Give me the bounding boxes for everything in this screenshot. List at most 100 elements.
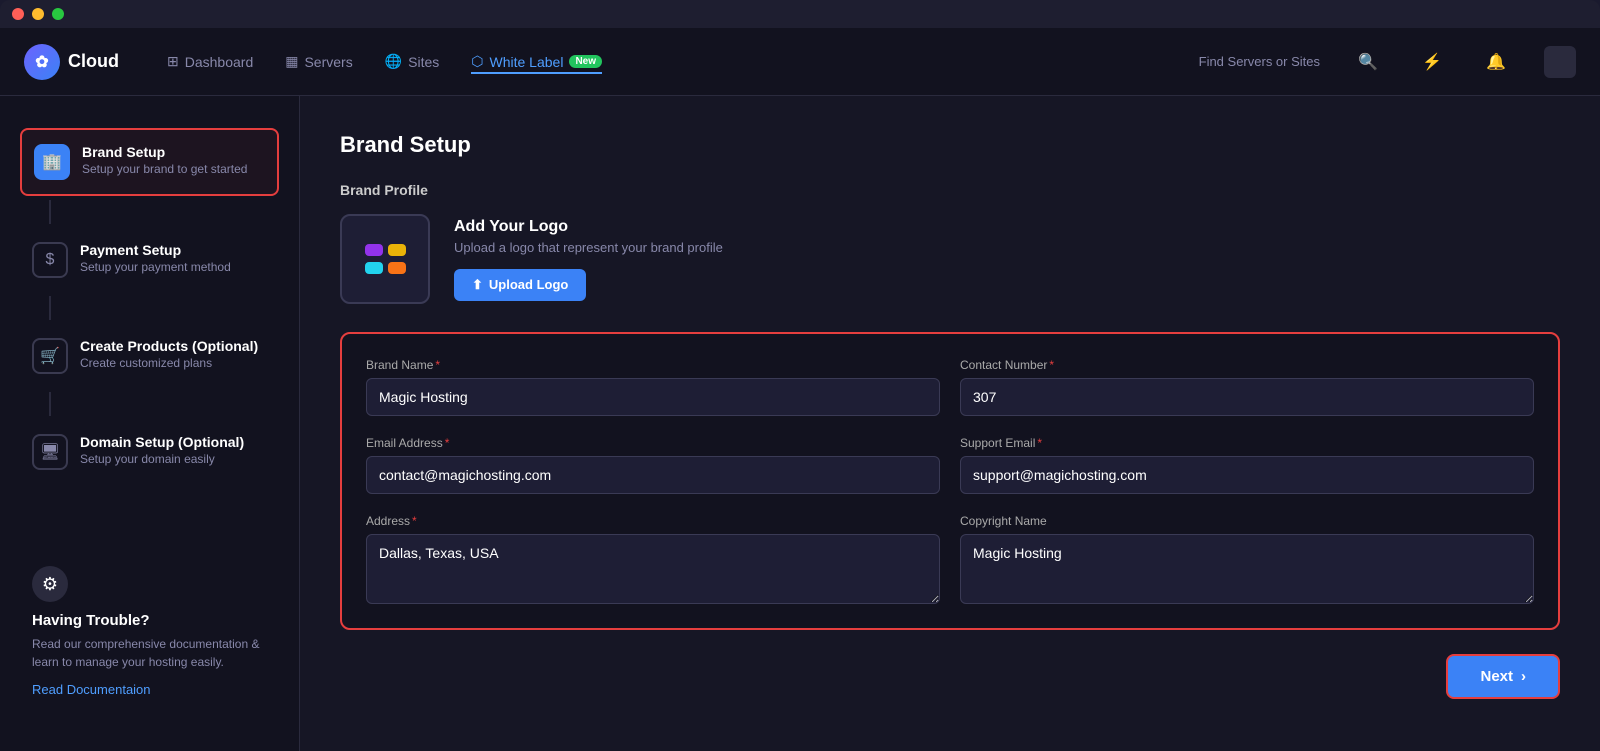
next-btn-label: Next	[1480, 668, 1513, 685]
search-button[interactable]: 🔍	[1352, 46, 1384, 78]
upload-icon: ⬆	[472, 277, 483, 293]
brand-name-label: Brand Name*	[366, 358, 940, 372]
sidebar: 🏢 Brand Setup Setup your brand to get st…	[0, 96, 300, 751]
notifications-button[interactable]: 🔔	[1480, 46, 1512, 78]
sites-icon: 🌐	[385, 53, 402, 70]
copyright-name-label: Copyright Name	[960, 514, 1534, 528]
upload-btn-label: Upload Logo	[489, 277, 568, 292]
sidebar-step-create-products[interactable]: 🛒 Create Products (Optional) Create cust…	[20, 324, 279, 388]
nav-item-whitelabel[interactable]: ⬡ White Label New	[471, 49, 602, 74]
trouble-title: Having Trouble?	[32, 612, 267, 629]
contact-number-label: Contact Number*	[960, 358, 1534, 372]
brand-profile-row: Add Your Logo Upload a logo that represe…	[340, 214, 1560, 304]
add-logo-desc: Upload a logo that represent your brand …	[454, 240, 1560, 255]
logo-text: Cloud	[68, 51, 119, 72]
brand-name-group: Brand Name*	[366, 358, 940, 416]
brand-setup-title: Brand Setup	[82, 144, 265, 160]
logo-placeholder-inner	[365, 244, 406, 274]
read-documentation-link[interactable]: Read Documentaion	[32, 682, 151, 697]
create-products-title: Create Products (Optional)	[80, 338, 267, 354]
next-arrow-icon: ›	[1521, 668, 1526, 685]
content-footer: Next ›	[340, 654, 1560, 699]
address-label: Address*	[366, 514, 940, 528]
contact-number-input[interactable]	[960, 378, 1534, 416]
step-connector-1	[49, 200, 51, 224]
email-address-input[interactable]	[366, 456, 940, 494]
brand-name-input[interactable]	[366, 378, 940, 416]
logo-dot-purple	[365, 244, 383, 256]
brand-setup-icon: 🏢	[34, 144, 70, 180]
email-required: *	[445, 436, 450, 450]
dashboard-icon: ⊞	[167, 53, 179, 70]
payment-setup-icon: $	[32, 242, 68, 278]
support-email-label: Support Email*	[960, 436, 1534, 450]
domain-setup-icon: 🖥	[32, 434, 68, 470]
nav-label-whitelabel: White Label	[490, 54, 564, 70]
page-title: Brand Setup	[340, 132, 1560, 158]
copyright-name-group: Copyright Name Magic Hosting	[960, 514, 1534, 604]
search-placeholder-text: Find Servers or Sites	[1199, 54, 1320, 69]
servers-icon: ▦	[285, 53, 298, 70]
address-required: *	[412, 514, 417, 528]
nav-label-servers: Servers	[304, 54, 352, 70]
navbar: ✿ Cloud ⊞ Dashboard ▦ Servers 🌐 Sites ⬡ …	[0, 28, 1600, 96]
logo: ✿ Cloud	[24, 44, 119, 80]
search-area: Find Servers or Sites	[1199, 54, 1320, 69]
brand-form: Brand Name* Contact Number* Email Addres…	[340, 332, 1560, 630]
brand-name-required: *	[435, 358, 440, 372]
add-logo-title: Add Your Logo	[454, 218, 1560, 236]
address-textarea[interactable]: Dallas, Texas, USA	[366, 534, 940, 604]
upload-logo-button[interactable]: ⬆ Upload Logo	[454, 269, 586, 301]
brand-profile-label: Brand Profile	[340, 182, 1560, 198]
step-connector-3	[49, 392, 51, 416]
address-group: Address* Dallas, Texas, USA	[366, 514, 940, 604]
close-button[interactable]	[12, 8, 24, 20]
payment-setup-title: Payment Setup	[80, 242, 267, 258]
step-connector-2	[49, 296, 51, 320]
sidebar-step-brand-setup[interactable]: 🏢 Brand Setup Setup your brand to get st…	[20, 128, 279, 196]
support-email-input[interactable]	[960, 456, 1534, 494]
domain-setup-subtitle: Setup your domain easily	[80, 452, 267, 466]
create-products-subtitle: Create customized plans	[80, 356, 267, 370]
logo-dot-cyan	[365, 262, 383, 274]
window-chrome	[0, 0, 1600, 28]
add-logo-section: Add Your Logo Upload a logo that represe…	[454, 218, 1560, 301]
support-email-group: Support Email*	[960, 436, 1534, 494]
contact-number-required: *	[1049, 358, 1054, 372]
create-products-icon: 🛒	[32, 338, 68, 374]
logo-dot-yellow	[388, 244, 406, 256]
logo-dot-orange	[388, 262, 406, 274]
support-email-required: *	[1037, 436, 1042, 450]
trouble-icon: ⚙	[32, 566, 68, 602]
content-area: Brand Setup Brand Profile Add Your Logo	[300, 96, 1600, 751]
logo-placeholder	[340, 214, 430, 304]
logo-row-top	[365, 244, 406, 256]
contact-number-group: Contact Number*	[960, 358, 1534, 416]
form-grid: Brand Name* Contact Number* Email Addres…	[366, 358, 1534, 604]
payment-setup-content: Payment Setup Setup your payment method	[80, 242, 267, 274]
brand-setup-subtitle: Setup your brand to get started	[82, 162, 265, 176]
new-badge: New	[569, 55, 602, 68]
activity-button[interactable]: ⚡	[1416, 46, 1448, 78]
user-avatar[interactable]	[1544, 46, 1576, 78]
maximize-button[interactable]	[52, 8, 64, 20]
domain-setup-title: Domain Setup (Optional)	[80, 434, 267, 450]
whitelabel-icon: ⬡	[471, 53, 483, 70]
nav-label-sites: Sites	[408, 54, 439, 70]
trouble-description: Read our comprehensive documentation & l…	[32, 635, 267, 671]
next-button[interactable]: Next ›	[1446, 654, 1560, 699]
sidebar-step-domain-setup[interactable]: 🖥 Domain Setup (Optional) Setup your dom…	[20, 420, 279, 484]
nav-item-dashboard[interactable]: ⊞ Dashboard	[167, 49, 253, 74]
sidebar-step-payment-setup[interactable]: $ Payment Setup Setup your payment metho…	[20, 228, 279, 292]
nav-item-servers[interactable]: ▦ Servers	[285, 49, 352, 74]
create-products-content: Create Products (Optional) Create custom…	[80, 338, 267, 370]
payment-setup-subtitle: Setup your payment method	[80, 260, 267, 274]
domain-setup-content: Domain Setup (Optional) Setup your domai…	[80, 434, 267, 466]
brand-setup-content: Brand Setup Setup your brand to get star…	[82, 144, 265, 176]
email-address-label: Email Address*	[366, 436, 940, 450]
copyright-name-textarea[interactable]: Magic Hosting	[960, 534, 1534, 604]
nav-item-sites[interactable]: 🌐 Sites	[385, 49, 440, 74]
minimize-button[interactable]	[32, 8, 44, 20]
nav-label-dashboard: Dashboard	[185, 54, 254, 70]
main-layout: 🏢 Brand Setup Setup your brand to get st…	[0, 96, 1600, 751]
